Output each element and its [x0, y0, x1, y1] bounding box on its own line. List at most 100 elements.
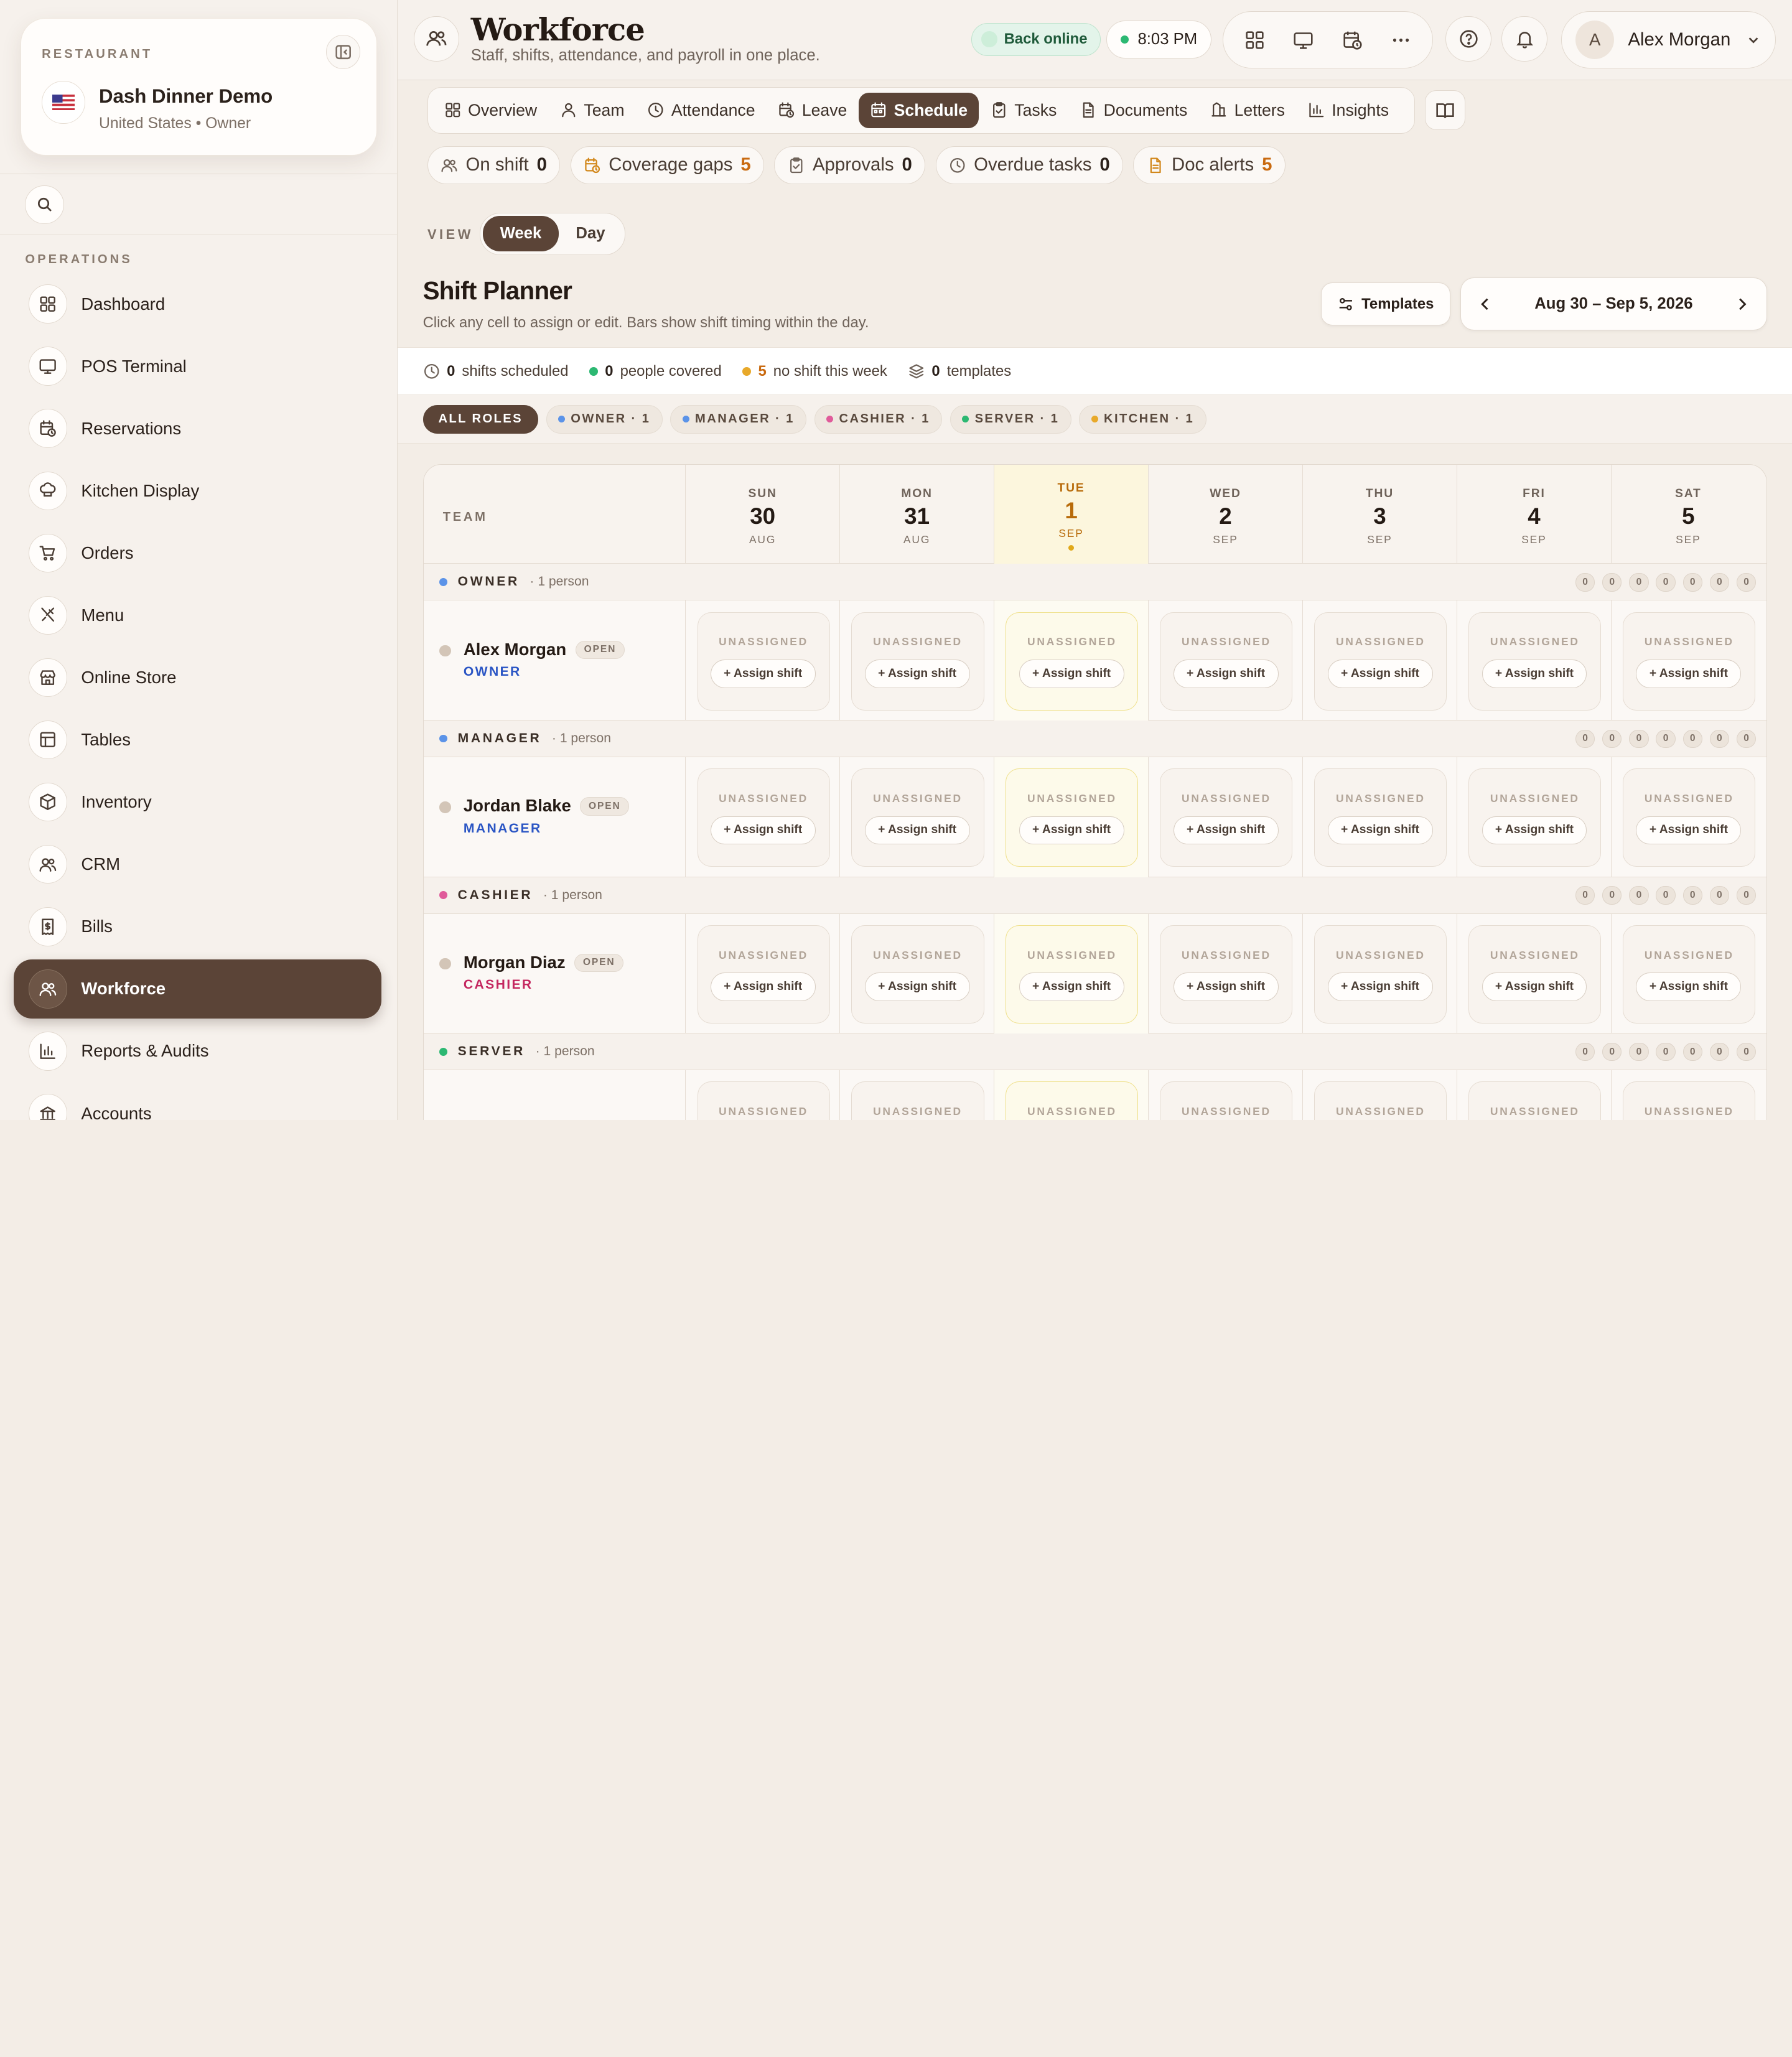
shift-cell[interactable]: UNASSIGNED+ Assign shift: [851, 768, 984, 867]
assign-shift-button[interactable]: + Assign shift: [1482, 816, 1587, 845]
notifications-button[interactable]: [1501, 16, 1547, 62]
more-button[interactable]: [1382, 21, 1421, 59]
sidebar-item-accounts[interactable]: Accounts: [14, 1084, 381, 1120]
sidebar-item-online-store[interactable]: Online Store: [14, 648, 381, 707]
assign-shift-button[interactable]: + Assign shift: [710, 816, 816, 845]
role-filter-kitchen[interactable]: KITCHEN · 1: [1079, 404, 1206, 434]
shift-cell[interactable]: UNASSIGNED+ Assign shift: [1006, 925, 1139, 1024]
shift-cell[interactable]: UNASSIGNED+ Assign shift: [1006, 768, 1139, 867]
sidebar-item-reservations[interactable]: Reservations: [14, 399, 381, 459]
assign-shift-button[interactable]: + Assign shift: [864, 659, 970, 688]
person-info[interactable]: Alex Morgan OPEN OWNER: [424, 600, 686, 721]
tab-schedule[interactable]: Schedule: [858, 92, 979, 128]
tab-team[interactable]: Team: [549, 93, 636, 128]
user-menu[interactable]: A Alex Morgan: [1561, 11, 1776, 69]
tab-attendance[interactable]: Attendance: [636, 93, 767, 128]
tab-overview[interactable]: Overview: [432, 93, 548, 128]
templates-button[interactable]: Templates: [1321, 282, 1450, 326]
sidebar-item-workforce[interactable]: Workforce: [14, 959, 382, 1019]
shift-cell[interactable]: UNASSIGNED+ Assign shift: [697, 612, 830, 711]
assign-shift-button[interactable]: + Assign shift: [1173, 816, 1279, 845]
assign-shift-button[interactable]: + Assign shift: [1019, 659, 1124, 688]
shift-cell[interactable]: UNASSIGNED+ Assign shift: [697, 1081, 830, 1120]
sidebar-item-tables[interactable]: Tables: [14, 710, 381, 770]
assign-shift-button[interactable]: + Assign shift: [1327, 816, 1433, 845]
stat-on-shift[interactable]: On shift 0: [427, 146, 561, 184]
pos-button[interactable]: [1284, 21, 1323, 59]
shift-cell[interactable]: UNASSIGNED+ Assign shift: [1623, 612, 1756, 711]
shift-cell[interactable]: UNASSIGNED+ Assign shift: [1006, 612, 1139, 711]
help-button[interactable]: [1445, 16, 1491, 62]
sidebar-item-bills[interactable]: Bills: [14, 897, 381, 957]
shift-cell[interactable]: UNASSIGNED+ Assign shift: [1623, 768, 1756, 867]
stat-coverage-gaps[interactable]: Coverage gaps 5: [570, 146, 764, 184]
shift-cell[interactable]: UNASSIGNED+ Assign shift: [851, 1081, 984, 1120]
reservations-button[interactable]: [1333, 21, 1371, 59]
shift-cell[interactable]: UNASSIGNED+ Assign shift: [1623, 1081, 1756, 1120]
shift-cell[interactable]: UNASSIGNED+ Assign shift: [697, 925, 830, 1024]
tab-leave[interactable]: Leave: [767, 93, 859, 128]
shift-cell[interactable]: UNASSIGNED+ Assign shift: [1160, 925, 1293, 1024]
restaurant-card[interactable]: RESTAURANT Dash Dinner Demo United State…: [21, 18, 378, 156]
assign-shift-button[interactable]: + Assign shift: [1173, 659, 1279, 688]
assign-shift-button[interactable]: + Assign shift: [1019, 973, 1124, 1002]
collapse-sidebar-button[interactable]: [326, 35, 361, 70]
stat-approvals[interactable]: Approvals 0: [774, 146, 925, 184]
assign-shift-button[interactable]: + Assign shift: [864, 973, 970, 1002]
guide-button[interactable]: [1425, 90, 1465, 131]
assign-shift-button[interactable]: + Assign shift: [1482, 659, 1587, 688]
role-filter-all[interactable]: ALL ROLES: [422, 404, 538, 434]
sidebar-item-menu[interactable]: Menu: [14, 585, 381, 645]
role-filter-owner[interactable]: OWNER · 1: [546, 404, 663, 434]
shift-cell[interactable]: UNASSIGNED+ Assign shift: [1160, 1081, 1293, 1120]
person-info[interactable]: [424, 1070, 686, 1120]
shift-cell[interactable]: UNASSIGNED+ Assign shift: [697, 768, 830, 867]
sidebar-search-button[interactable]: [25, 185, 64, 224]
shift-cell[interactable]: UNASSIGNED+ Assign shift: [851, 925, 984, 1024]
assign-shift-button[interactable]: + Assign shift: [710, 659, 816, 688]
sidebar-item-dashboard[interactable]: Dashboard: [14, 274, 381, 334]
shift-cell[interactable]: UNASSIGNED+ Assign shift: [1314, 612, 1447, 711]
assign-shift-button[interactable]: + Assign shift: [1482, 973, 1587, 1002]
assign-shift-button[interactable]: + Assign shift: [1327, 659, 1433, 688]
tab-documents[interactable]: Documents: [1068, 93, 1199, 128]
shift-cell[interactable]: UNASSIGNED+ Assign shift: [1314, 768, 1447, 867]
sidebar-item-reports-audits[interactable]: Reports & Audits: [14, 1022, 381, 1081]
role-filter-cashier[interactable]: CASHIER · 1: [814, 404, 943, 434]
assign-shift-button[interactable]: + Assign shift: [1636, 659, 1742, 688]
shift-cell[interactable]: UNASSIGNED+ Assign shift: [1160, 612, 1293, 711]
next-week-button[interactable]: [1734, 296, 1750, 312]
shift-cell[interactable]: UNASSIGNED+ Assign shift: [1314, 1081, 1447, 1120]
assign-shift-button[interactable]: + Assign shift: [1636, 973, 1742, 1002]
sidebar-item-pos-terminal[interactable]: POS Terminal: [14, 337, 381, 396]
stat-overdue-tasks[interactable]: Overdue tasks 0: [935, 146, 1123, 184]
role-filter-server[interactable]: SERVER · 1: [950, 404, 1071, 434]
sidebar-item-inventory[interactable]: Inventory: [14, 772, 381, 832]
shift-cell[interactable]: UNASSIGNED+ Assign shift: [1468, 1081, 1602, 1120]
assign-shift-button[interactable]: + Assign shift: [1327, 973, 1433, 1002]
person-info[interactable]: Morgan Diaz OPEN CASHIER: [424, 914, 686, 1034]
view-option-week[interactable]: Week: [483, 216, 559, 252]
assign-shift-button[interactable]: + Assign shift: [864, 816, 970, 845]
assign-shift-button[interactable]: + Assign shift: [1173, 973, 1279, 1002]
role-filter-manager[interactable]: MANAGER · 1: [670, 404, 807, 434]
assign-shift-button[interactable]: + Assign shift: [1019, 816, 1124, 845]
tab-letters[interactable]: Letters: [1199, 93, 1297, 128]
shift-cell[interactable]: UNASSIGNED+ Assign shift: [1314, 925, 1447, 1024]
apps-button[interactable]: [1235, 21, 1274, 59]
sidebar-item-crm[interactable]: CRM: [14, 835, 381, 895]
sidebar-item-orders[interactable]: Orders: [14, 523, 381, 583]
sidebar-item-kitchen-display[interactable]: Kitchen Display: [14, 461, 381, 521]
tab-tasks[interactable]: Tasks: [979, 93, 1068, 128]
assign-shift-button[interactable]: + Assign shift: [710, 973, 816, 1002]
shift-cell[interactable]: UNASSIGNED+ Assign shift: [1160, 768, 1293, 867]
tab-insights[interactable]: Insights: [1296, 93, 1400, 128]
assign-shift-button[interactable]: + Assign shift: [1636, 816, 1742, 845]
shift-cell[interactable]: UNASSIGNED+ Assign shift: [1623, 925, 1756, 1024]
shift-cell[interactable]: UNASSIGNED+ Assign shift: [1468, 768, 1602, 867]
stat-doc-alerts[interactable]: Doc alerts 5: [1133, 146, 1286, 184]
shift-cell[interactable]: UNASSIGNED+ Assign shift: [1468, 612, 1602, 711]
shift-cell[interactable]: UNASSIGNED+ Assign shift: [1006, 1081, 1139, 1120]
view-option-day[interactable]: Day: [559, 216, 622, 251]
person-info[interactable]: Jordan Blake OPEN MANAGER: [424, 757, 686, 877]
